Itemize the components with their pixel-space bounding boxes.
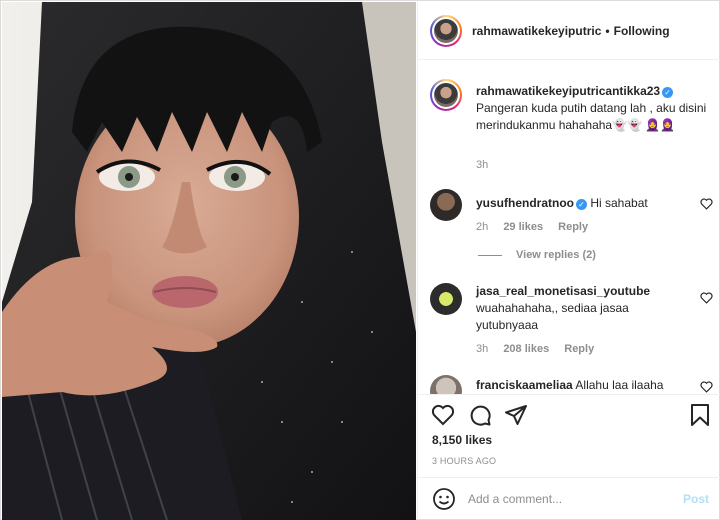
comment-row: franciskaameliaa Allahu laa ilaaha (430, 375, 715, 394)
add-comment-bar: Add a comment... Post (418, 477, 720, 520)
comment-input[interactable]: Add a comment... (468, 492, 683, 506)
comment-row: jasa_real_monetisasi_youtube wuahahahaha… (430, 283, 715, 363)
comment-text-block: franciskaameliaa Allahu laa ilaaha (476, 377, 693, 394)
author-avatar[interactable] (430, 14, 462, 47)
view-replies-label: View replies (2) (516, 249, 596, 261)
post-photo (2, 2, 416, 520)
comment-meta: 2h 29 likes Reply (476, 221, 600, 233)
comment-likes[interactable]: 208 likes (503, 343, 549, 355)
comment-row: yusufhendratnoo ✓ Hi sahabat 2h 29 likes … (430, 189, 715, 249)
comment-like-heart-icon[interactable] (700, 381, 713, 393)
smile-icon[interactable] (432, 487, 456, 511)
comment-time[interactable]: 3h (476, 343, 488, 355)
comment-text-block: jasa_real_monetisasi_youtube wuahahahaha… (476, 283, 693, 334)
comment-time[interactable]: 2h (476, 221, 488, 233)
comment-meta: 3h 208 likes Reply (476, 343, 606, 355)
caption-avatar[interactable] (430, 79, 462, 111)
commenter-avatar[interactable] (430, 375, 462, 394)
comment-text-block: yusufhendratnoo ✓ Hi sahabat (476, 195, 693, 212)
comment-username[interactable]: jasa_real_monetisasi_youtube (476, 284, 650, 298)
comment-like-heart-icon[interactable] (700, 292, 713, 304)
comment-text: wuahahahaha,, sediaa jasaa yutubnyaaa (476, 301, 629, 332)
verified-icon: ✓ (662, 87, 674, 98)
caption-text: Pangeran kuda putih datang lah , aku dis… (476, 101, 707, 132)
reply-button[interactable]: Reply (558, 221, 588, 233)
author-username[interactable]: rahmawatikekeyiputric (472, 24, 601, 38)
comment-text: Hi sahabat (590, 196, 648, 210)
post-header: rahmawatikekeyiputric • Following (418, 2, 720, 60)
share-icon[interactable] (504, 403, 528, 427)
header-separator: • (605, 23, 610, 38)
selfie-image (2, 2, 416, 520)
caption-username[interactable]: rahmawatikekeyiputricantikka23 (476, 84, 660, 98)
post-timestamp[interactable]: 3 HOURS AGO (432, 456, 496, 466)
post-window: rahmawatikekeyiputric • Following rahmaw… (0, 0, 720, 520)
likes-count[interactable]: 8,150 likes (432, 433, 492, 447)
caption-row: rahmawatikekeyiputricantikka23 ✓ Pangeran… (430, 79, 715, 179)
post-side-panel: rahmawatikekeyiputric • Following rahmaw… (417, 2, 720, 520)
comment-username[interactable]: franciskaameliaa (476, 378, 573, 392)
heart-icon[interactable] (431, 403, 455, 427)
comments-list[interactable]: rahmawatikekeyiputricantikka23 ✓ Pangeran… (418, 61, 720, 394)
replies-divider (478, 254, 502, 256)
view-replies-button[interactable]: View replies (2) (478, 249, 596, 261)
caption-text-block: rahmawatikekeyiputricantikka23 ✓ Pangeran… (476, 83, 711, 134)
verified-icon: ✓ (576, 199, 587, 210)
post-comment-button[interactable]: Post (683, 492, 709, 506)
caption-time[interactable]: 3h (476, 159, 488, 171)
comment-username[interactable]: yusufhendratnoo (476, 196, 574, 210)
reply-button[interactable]: Reply (564, 343, 594, 355)
comment-icon[interactable] (468, 403, 492, 427)
comment-likes[interactable]: 29 likes (503, 221, 543, 233)
bookmark-icon[interactable] (688, 403, 712, 427)
caption-meta: 3h (476, 159, 500, 171)
following-button[interactable]: Following (614, 24, 670, 38)
comment-text: Allahu laa ilaaha (575, 378, 664, 392)
commenter-avatar[interactable] (430, 283, 462, 315)
comment-like-heart-icon[interactable] (700, 198, 713, 210)
commenter-avatar[interactable] (430, 189, 462, 221)
post-actions: 8,150 likes 3 HOURS AGO (418, 394, 720, 472)
